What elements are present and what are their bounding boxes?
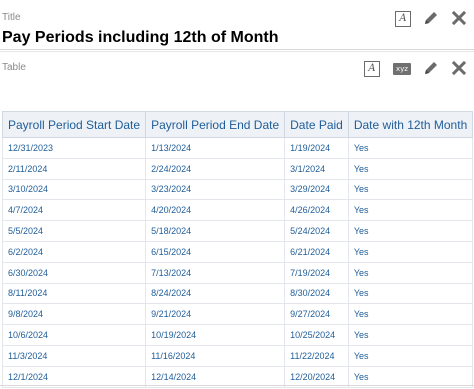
end-date-cell: 4/20/2024 <box>145 199 286 222</box>
table-view: Table A xyz Payroll Period Start Date Pa… <box>0 51 474 389</box>
table-row: 4/7/2024 4/20/2024 4/26/2024 Yes <box>1 199 474 222</box>
twelfth-month-cell: Yes <box>347 324 474 346</box>
table-view-label: Table <box>2 62 26 73</box>
end-date-cell: 8/24/2024 <box>145 282 286 305</box>
table-row: 8/11/2024 8/24/2024 8/30/2024 Yes <box>1 282 474 305</box>
pay-periods-table: Payroll Period Start Date Payroll Period… <box>1 111 474 388</box>
column-header-date-paid[interactable]: Date Paid <box>284 111 349 138</box>
date-paid-cell: 5/24/2024 <box>284 220 349 242</box>
date-paid-cell: 4/26/2024 <box>284 199 349 222</box>
title-view-label: Title <box>2 12 21 23</box>
date-paid-cell: 8/30/2024 <box>284 282 349 305</box>
table-row: 6/30/2024 7/13/2024 7/19/2024 Yes <box>1 261 474 284</box>
format-text-icon[interactable]: A <box>395 11 411 27</box>
column-header-end-date[interactable]: Payroll Period End Date <box>145 111 286 138</box>
table-row: 6/2/2024 6/15/2024 6/21/2024 Yes <box>1 240 474 263</box>
start-date-cell: 9/8/2024 <box>1 303 147 326</box>
end-date-cell: 1/13/2024 <box>145 137 286 159</box>
start-date-cell: 3/10/2024 <box>1 178 147 201</box>
end-date-cell: 6/15/2024 <box>145 240 286 263</box>
start-date-cell: 6/2/2024 <box>1 240 147 263</box>
table-header-row: Payroll Period Start Date Payroll Period… <box>1 111 474 138</box>
start-date-cell: 12/31/2023 <box>1 137 147 159</box>
bottom-divider <box>0 385 474 386</box>
close-icon[interactable] <box>451 10 467 26</box>
start-date-cell: 10/6/2024 <box>1 324 147 346</box>
twelfth-month-cell: Yes <box>347 178 474 201</box>
table-row: 12/31/2023 1/13/2024 1/19/2024 Yes <box>1 137 474 159</box>
title-view: Title Pay Periods including 12th of Mont… <box>0 0 474 50</box>
column-header-start-date[interactable]: Payroll Period Start Date <box>1 111 147 138</box>
twelfth-month-cell: Yes <box>347 157 474 180</box>
table-row: 12/1/2024 12/14/2024 12/20/2024 Yes <box>1 365 474 388</box>
date-paid-cell: 6/21/2024 <box>284 240 349 263</box>
end-date-cell: 9/21/2024 <box>145 303 286 326</box>
start-date-cell: 2/11/2024 <box>1 157 147 180</box>
twelfth-month-cell: Yes <box>347 220 474 242</box>
twelfth-month-cell: Yes <box>347 303 474 326</box>
table-row: 11/3/2024 11/16/2024 11/22/2024 Yes <box>1 344 474 367</box>
date-paid-cell: 11/22/2024 <box>284 344 349 367</box>
table-row: 9/8/2024 9/21/2024 9/27/2024 Yes <box>1 303 474 326</box>
twelfth-month-cell: Yes <box>347 282 474 305</box>
column-header-12th-month[interactable]: Date with 12th Month <box>347 111 474 138</box>
table-body: 12/31/2023 1/13/2024 1/19/2024 Yes 2/11/2024… <box>1 137 474 388</box>
close-icon[interactable] <box>451 60 467 76</box>
date-paid-cell: 1/19/2024 <box>284 137 349 159</box>
format-text-icon[interactable]: A <box>364 61 380 77</box>
start-date-cell: 5/5/2024 <box>1 220 147 242</box>
twelfth-month-cell: Yes <box>347 261 474 284</box>
end-date-cell: 10/19/2024 <box>145 324 286 346</box>
start-date-cell: 6/30/2024 <box>1 261 147 284</box>
end-date-cell: 2/24/2024 <box>145 157 286 180</box>
view-data-icon[interactable]: xyz <box>393 63 411 75</box>
edit-pencil-icon[interactable] <box>423 10 439 26</box>
end-date-cell: 3/23/2024 <box>145 178 286 201</box>
twelfth-month-cell: Yes <box>347 137 474 159</box>
twelfth-month-cell: Yes <box>347 344 474 367</box>
start-date-cell: 11/3/2024 <box>1 344 147 367</box>
twelfth-month-cell: Yes <box>347 240 474 263</box>
end-date-cell: 12/14/2024 <box>145 365 286 388</box>
date-paid-cell: 12/20/2024 <box>284 365 349 388</box>
end-date-cell: 11/16/2024 <box>145 344 286 367</box>
page-title: Pay Periods including 12th of Month <box>2 29 279 46</box>
date-paid-cell: 9/27/2024 <box>284 303 349 326</box>
end-date-cell: 7/13/2024 <box>145 261 286 284</box>
date-paid-cell: 3/29/2024 <box>284 178 349 201</box>
start-date-cell: 12/1/2024 <box>1 365 147 388</box>
twelfth-month-cell: Yes <box>347 199 474 222</box>
date-paid-cell: 10/25/2024 <box>284 324 349 346</box>
edit-pencil-icon[interactable] <box>423 60 439 76</box>
table-row: 3/10/2024 3/23/2024 3/29/2024 Yes <box>1 178 474 201</box>
table-row: 2/11/2024 2/24/2024 3/1/2024 Yes <box>1 157 474 180</box>
start-date-cell: 4/7/2024 <box>1 199 147 222</box>
end-date-cell: 5/18/2024 <box>145 220 286 242</box>
date-paid-cell: 7/19/2024 <box>284 261 349 284</box>
date-paid-cell: 3/1/2024 <box>284 157 349 180</box>
twelfth-month-cell: Yes <box>347 365 474 388</box>
table-row: 10/6/2024 10/19/2024 10/25/2024 Yes <box>1 324 474 346</box>
table-row: 5/5/2024 5/18/2024 5/24/2024 Yes <box>1 220 474 242</box>
start-date-cell: 8/11/2024 <box>1 282 147 305</box>
